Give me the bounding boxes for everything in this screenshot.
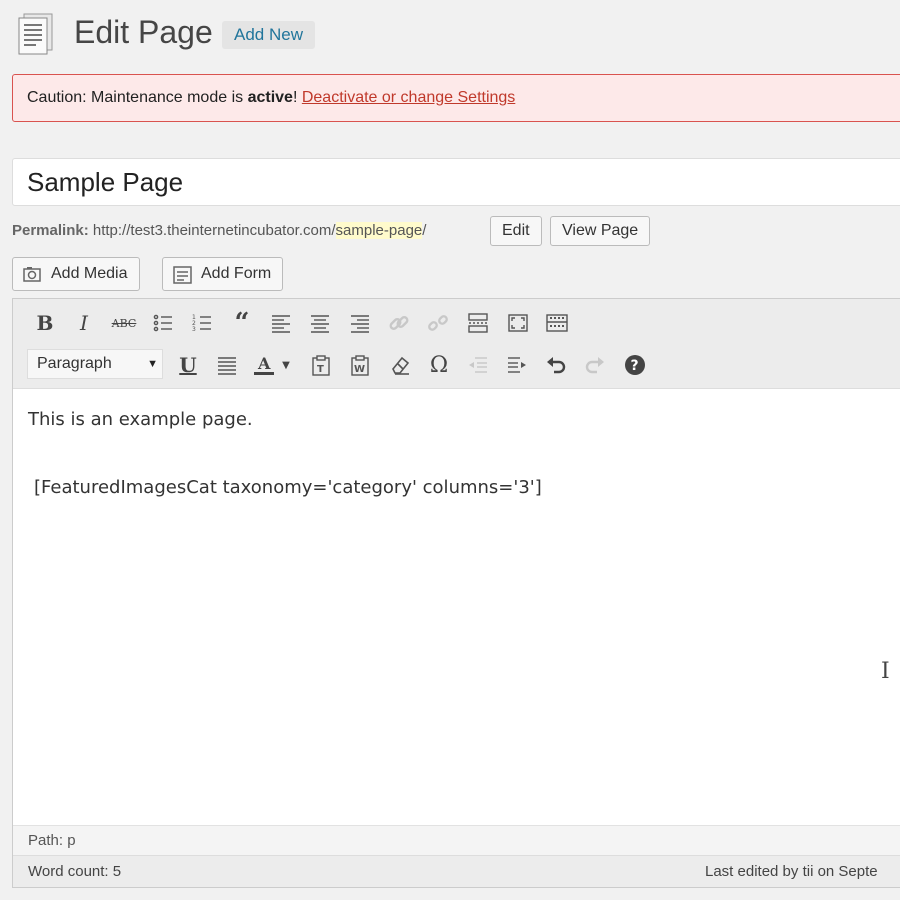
bold-icon[interactable]: B xyxy=(30,308,60,338)
notice-punct: ! xyxy=(292,89,302,106)
permalink-base: http://test3.theinternetincubator.com/ xyxy=(92,222,336,239)
content-shortcode: [FeaturedImagesCat taxonomy='category' c… xyxy=(34,477,542,498)
add-new-button[interactable]: Add New xyxy=(222,21,315,49)
numbered-list-icon[interactable]: 123 xyxy=(187,308,217,338)
text-color-dropdown-icon[interactable]: ▼ xyxy=(279,350,293,380)
redo-icon[interactable] xyxy=(580,350,610,380)
add-media-label: Add Media xyxy=(51,265,128,282)
outdent-icon[interactable] xyxy=(463,350,493,380)
read-more-icon[interactable] xyxy=(463,308,493,338)
permalink-row: Permalink: http://test3.theinternetincub… xyxy=(12,221,426,241)
path-bar: Path: p xyxy=(13,825,900,855)
blockquote-icon[interactable]: “ xyxy=(227,308,257,338)
svg-text:W: W xyxy=(354,364,365,375)
pages-icon xyxy=(18,13,53,55)
align-center-icon[interactable] xyxy=(305,308,335,338)
status-bar: Word count: 5 Last edited by tii on Sept… xyxy=(13,855,900,887)
add-form-label: Add Form xyxy=(201,265,272,282)
strikethrough-icon[interactable]: ABC xyxy=(109,308,139,338)
clear-formatting-icon[interactable] xyxy=(385,350,415,380)
form-icon xyxy=(173,266,192,284)
svg-text:A: A xyxy=(257,354,271,373)
svg-text:?: ? xyxy=(631,358,639,374)
editor: B I ABC 123 “ Paragraph ▼ U A ▼ T W Ω ? … xyxy=(12,298,900,888)
kitchen-sink-icon[interactable] xyxy=(542,308,572,338)
post-title-input[interactable]: Sample Page xyxy=(12,158,900,206)
editor-toolbar: B I ABC 123 “ Paragraph ▼ U A ▼ T W Ω ? xyxy=(13,299,900,389)
paste-word-icon[interactable]: W xyxy=(345,350,375,380)
notice-text: Caution: Maintenance mode is xyxy=(27,89,248,106)
undo-icon[interactable] xyxy=(541,350,571,380)
format-select-value: Paragraph xyxy=(37,355,112,372)
unlink-icon[interactable] xyxy=(423,308,453,338)
text-color-icon[interactable]: A xyxy=(251,350,277,380)
italic-icon[interactable]: I xyxy=(69,308,99,338)
permalink-label: Permalink: xyxy=(12,222,89,239)
svg-text:T: T xyxy=(317,364,324,375)
indent-icon[interactable] xyxy=(502,350,532,380)
special-character-icon[interactable]: Ω xyxy=(424,350,454,380)
camera-icon xyxy=(23,267,41,282)
content-paragraph: This is an example page. xyxy=(28,409,253,430)
align-right-icon[interactable] xyxy=(345,308,375,338)
paste-text-icon[interactable]: T xyxy=(306,350,336,380)
word-count: Word count: 5 xyxy=(28,863,122,880)
chevron-down-icon: ▼ xyxy=(147,358,158,370)
add-media-button[interactable]: Add Media xyxy=(12,257,140,291)
add-form-button[interactable]: Add Form xyxy=(162,257,284,291)
notice-status: active xyxy=(247,89,293,106)
format-select[interactable]: Paragraph ▼ xyxy=(27,349,163,379)
link-icon[interactable] xyxy=(384,308,414,338)
bullet-list-icon[interactable] xyxy=(148,308,178,338)
maintenance-notice: Caution: Maintenance mode is active! Dea… xyxy=(12,74,900,122)
permalink-slug[interactable]: sample-page xyxy=(335,222,423,239)
fullscreen-icon[interactable] xyxy=(503,308,533,338)
edit-permalink-button[interactable]: Edit xyxy=(490,216,542,246)
permalink-end: / xyxy=(422,222,427,239)
text-cursor-icon: I xyxy=(881,659,890,684)
align-left-icon[interactable] xyxy=(266,308,296,338)
page-title: Edit Page xyxy=(74,14,213,50)
last-edited: Last edited by tii on Septe xyxy=(705,863,878,880)
underline-icon[interactable]: U xyxy=(173,350,203,380)
view-page-button[interactable]: View Page xyxy=(550,216,651,246)
svg-text:3: 3 xyxy=(192,326,196,333)
help-icon[interactable]: ? xyxy=(620,350,650,380)
editor-content-area[interactable]: This is an example page. [FeaturedImages… xyxy=(13,389,900,825)
justify-icon[interactable] xyxy=(212,350,242,380)
deactivate-settings-link[interactable]: Deactivate or change Settings xyxy=(302,89,515,106)
